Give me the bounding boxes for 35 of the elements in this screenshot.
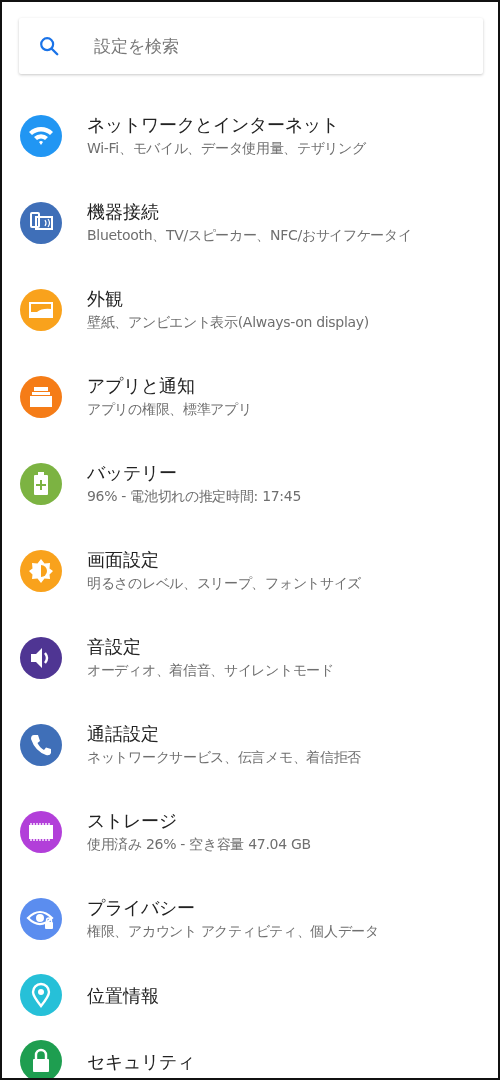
item-subtitle: 96% - 電池切れの推定時間: 17:45 [87, 487, 301, 506]
settings-item[interactable]: バッテリー 96% - 電池切れの推定時間: 17:45 [2, 440, 498, 527]
item-subtitle: ネットワークサービス、伝言メモ、着信拒否 [87, 748, 361, 767]
item-title: 位置情報 [87, 983, 159, 1008]
settings-item[interactable]: 画面設定 明るさのレベル、スリープ、フォントサイズ [2, 527, 498, 614]
settings-item[interactable]: アプリと通知 アプリの権限、標準アプリ [2, 353, 498, 440]
settings-item[interactable]: 機器接続 Bluetooth、TV/スピーカー、NFC/おサイフケータイ [2, 179, 498, 266]
settings-item[interactable]: 位置情報 [2, 962, 498, 1028]
settings-item[interactable]: ストレージ 使用済み 26% - 空き容量 47.04 GB [2, 788, 498, 875]
settings-item[interactable]: ネットワークとインターネット Wi-Fi、モバイル、データ使用量、テザリング [2, 92, 498, 179]
item-title: ネットワークとインターネット [87, 113, 340, 137]
item-subtitle: 使用済み 26% - 空き容量 47.04 GB [87, 835, 311, 854]
search-field[interactable]: 設定を検索 [19, 18, 483, 74]
settings-item[interactable]: 外観 壁紙、アンビエント表示(Always-on display) [2, 266, 498, 353]
item-subtitle: 明るさのレベル、スリープ、フォントサイズ [87, 574, 361, 593]
item-title: アプリと通知 [87, 374, 196, 398]
item-title: ストレージ [87, 809, 178, 833]
settings-item[interactable]: 音設定 オーディオ、着信音、サイレントモード [2, 614, 498, 701]
item-subtitle: Bluetooth、TV/スピーカー、NFC/おサイフケータイ [87, 226, 412, 245]
item-title: 機器接続 [87, 200, 160, 224]
settings-item[interactable]: プライバシー 権限、アカウント アクティビティ、個人データ [2, 875, 498, 962]
item-subtitle: 壁紙、アンビエント表示(Always-on display) [87, 313, 369, 332]
item-title: 通話設定 [87, 722, 160, 746]
item-title: 音設定 [87, 635, 142, 659]
item-title: 画面設定 [87, 548, 160, 572]
settings-item[interactable]: 通話設定 ネットワークサービス、伝言メモ、着信拒否 [2, 701, 498, 788]
item-title: セキュリティ [87, 1049, 195, 1074]
item-subtitle: 権限、アカウント アクティビティ、個人データ [87, 922, 379, 941]
item-title: バッテリー [87, 461, 178, 485]
item-subtitle: Wi-Fi、モバイル、データ使用量、テザリング [87, 139, 366, 158]
item-subtitle: アプリの権限、標準アプリ [87, 400, 252, 419]
item-subtitle: オーディオ、着信音、サイレントモード [87, 661, 334, 680]
item-title: 外観 [87, 287, 124, 311]
settings-item[interactable]: セキュリティ [2, 1028, 498, 1078]
item-title: プライバシー [87, 896, 196, 920]
